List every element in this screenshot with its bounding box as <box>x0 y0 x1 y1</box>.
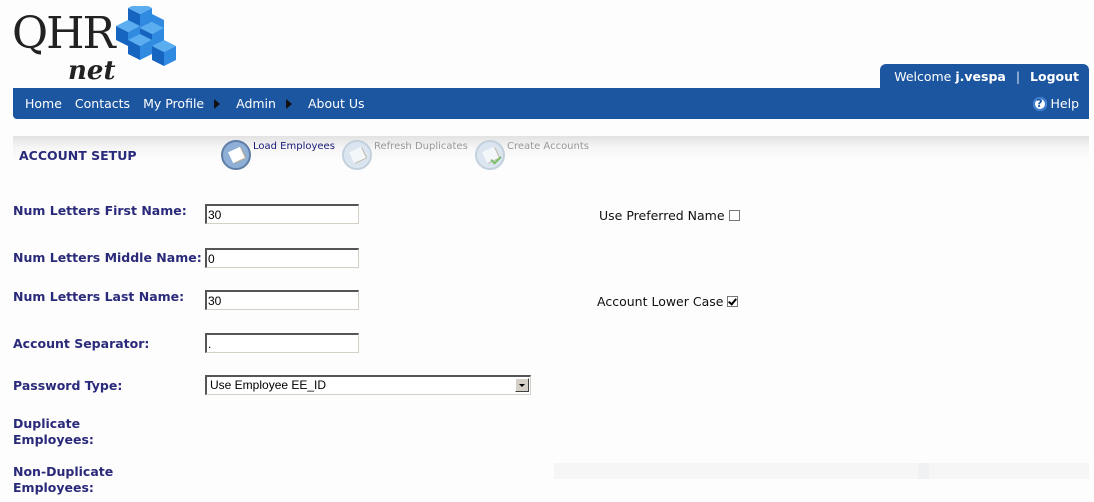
document-check-icon <box>475 140 505 170</box>
logo-brand-text: QHR <box>12 8 116 59</box>
help-label: Help <box>1050 96 1080 111</box>
logout-link[interactable]: Logout <box>1030 69 1079 84</box>
label-line: Employees: <box>13 432 94 447</box>
last-name-letters-input[interactable] <box>205 290 359 310</box>
label-line: Duplicate <box>13 416 81 431</box>
chevron-down-icon[interactable] <box>515 378 529 392</box>
account-separator-input[interactable] <box>205 333 359 353</box>
document-icon <box>221 140 251 170</box>
account-setup-bar: ACCOUNT SETUP Load Employees Refresh Dup… <box>13 136 1089 176</box>
username: j.vespa <box>955 69 1006 84</box>
password-type-label: Password Type: <box>13 378 123 393</box>
nav-about-us[interactable]: About Us <box>308 96 365 111</box>
separator: | <box>1015 69 1021 84</box>
main-navbar: Home Contacts My Profile Admin About Us … <box>13 88 1089 119</box>
account-separator-label: Account Separator: <box>13 336 150 351</box>
password-type-value: Use Employee EE_ID <box>210 378 327 392</box>
middle-name-letters-input[interactable] <box>205 248 359 268</box>
account-lower-case-label: Account Lower Case <box>597 294 724 309</box>
first-name-letters-input[interactable] <box>205 204 359 224</box>
use-preferred-name-label: Use Preferred Name <box>599 208 725 223</box>
step-label: Create Accounts <box>507 141 589 152</box>
non-duplicate-employees-label: Non-Duplicate Employees: <box>13 464 113 496</box>
help-link[interactable]: ? Help <box>1032 88 1080 119</box>
question-circle-icon: ? <box>1032 96 1047 111</box>
label-line: Employees: <box>13 480 94 495</box>
user-welcome-bar: Welcome j.vespa | Logout <box>880 64 1089 90</box>
scrollbar-thumb[interactable] <box>918 463 929 479</box>
step-load-employees[interactable]: Load Employees <box>221 140 335 170</box>
page-title: ACCOUNT SETUP <box>19 148 137 163</box>
account-lower-case-checkbox[interactable] <box>727 296 739 307</box>
nav-my-profile[interactable]: My Profile <box>143 96 204 111</box>
nav-home[interactable]: Home <box>25 96 62 111</box>
welcome-prefix: Welcome <box>894 69 952 84</box>
logo-suffix-text: net <box>68 56 116 86</box>
step-label: Refresh Duplicates <box>374 141 468 152</box>
use-preferred-name-row: Use Preferred Name <box>599 208 740 223</box>
horizontal-scrollbar[interactable] <box>554 463 1089 479</box>
account-lower-case-row: Account Lower Case <box>597 294 739 309</box>
first-name-letters-label: Num Letters First Name: <box>13 203 187 218</box>
step-label: Load Employees <box>253 141 335 152</box>
submenu-arrow-icon[interactable] <box>285 98 292 109</box>
submenu-arrow-icon[interactable] <box>214 98 221 109</box>
label-line: Non-Duplicate <box>13 464 114 479</box>
use-preferred-name-checkbox[interactable] <box>728 210 740 221</box>
password-type-select[interactable]: Use Employee EE_ID <box>205 375 531 395</box>
cubes-logo-icon <box>116 6 176 66</box>
duplicate-employees-label: Duplicate Employees: <box>13 416 94 448</box>
qhrnet-logo: QHR net <box>12 6 182 90</box>
step-refresh-duplicates[interactable]: Refresh Duplicates <box>342 140 468 170</box>
middle-name-letters-label: Num Letters Middle Name: <box>13 250 202 265</box>
documents-icon <box>342 140 372 170</box>
nav-admin[interactable]: Admin <box>236 96 276 111</box>
last-name-letters-label: Num Letters Last Name: <box>13 289 185 304</box>
nav-contacts[interactable]: Contacts <box>75 96 130 111</box>
step-create-accounts[interactable]: Create Accounts <box>475 140 589 170</box>
